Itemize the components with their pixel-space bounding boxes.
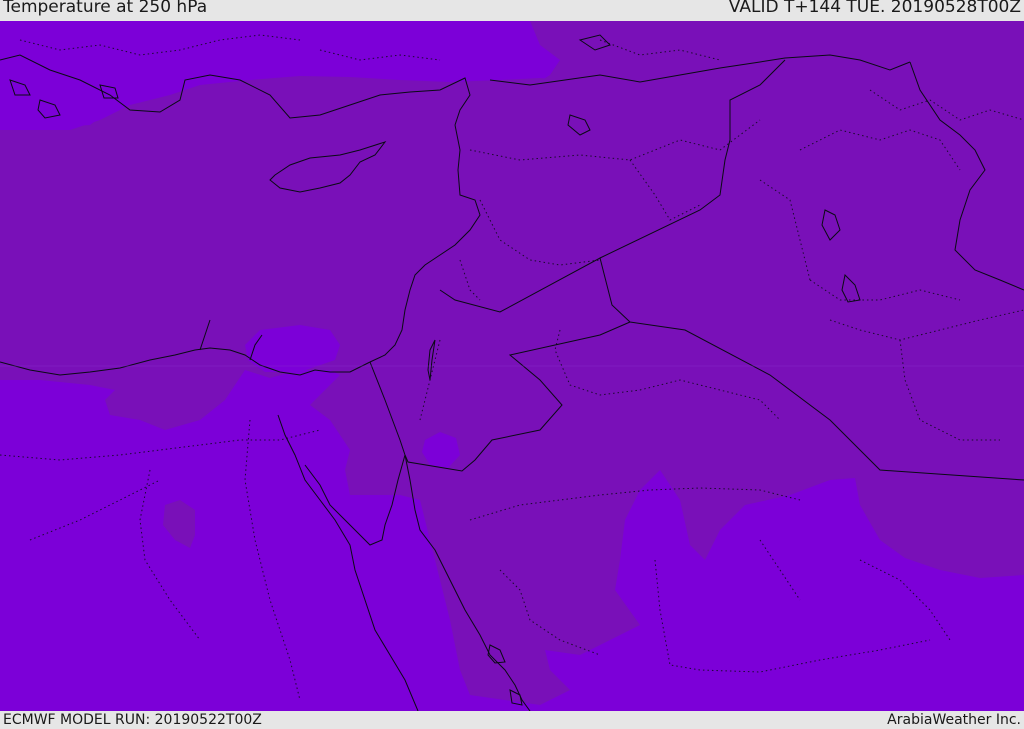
- header-bar: Temperature at 250 hPa VALID T+144 TUE. …: [0, 0, 1024, 21]
- model-run-label: ECMWF MODEL RUN: 20190522T00Z: [3, 712, 262, 728]
- map-title: Temperature at 250 hPa: [3, 0, 208, 17]
- footer-bar: ECMWF MODEL RUN: 20190522T00Z ArabiaWeat…: [0, 711, 1024, 729]
- valid-time: VALID T+144 TUE. 20190528T00Z: [728, 0, 1021, 17]
- credit-label: ArabiaWeather Inc.: [887, 712, 1021, 728]
- weather-map: [0, 21, 1024, 711]
